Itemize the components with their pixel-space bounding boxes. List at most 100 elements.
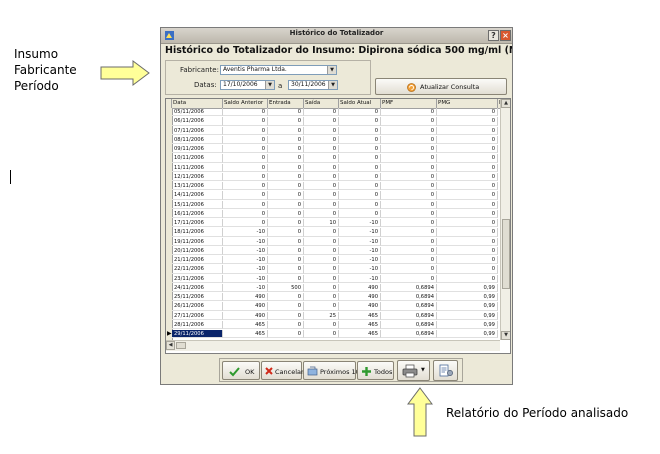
cell-saldo-atual[interactable]: -10: [339, 219, 381, 228]
cell-saida[interactable]: 0: [304, 330, 339, 339]
cell-entrada[interactable]: 0: [268, 311, 304, 320]
date-to-picker[interactable]: 30/11/2006 ▼: [288, 80, 338, 90]
column-header-saida[interactable]: Saída: [304, 99, 339, 108]
cell-data[interactable]: 16/11/2006: [172, 209, 223, 219]
cell-pmf[interactable]: 0: [381, 108, 437, 117]
table-row[interactable]: 12/11/2006 0 0 0 0 0 0: [172, 172, 500, 182]
cell-data[interactable]: 10/11/2006: [172, 154, 223, 163]
cell-saldo-anterior[interactable]: 0: [223, 163, 268, 172]
table-row[interactable]: 21/11/2006 -10 0 0 -10 0 0: [172, 256, 500, 265]
cell-saida[interactable]: 10: [304, 219, 339, 228]
cell-saldo-atual[interactable]: 465: [339, 311, 381, 320]
scroll-up-arrow-icon[interactable]: ▲: [501, 99, 510, 108]
cell-data[interactable]: 09/11/2006: [172, 145, 223, 154]
cell-pmg[interactable]: 0: [437, 209, 498, 219]
table-row[interactable]: 06/11/2006 0 0 0 0 0 0: [172, 117, 500, 126]
cancel-button[interactable]: Cancelar: [261, 361, 304, 380]
cell-saida[interactable]: 0: [304, 228, 339, 237]
cell-saida[interactable]: 0: [304, 209, 339, 219]
cell-pmg[interactable]: 0: [437, 135, 498, 145]
cell-saldo-anterior[interactable]: 490: [223, 311, 268, 320]
table-row[interactable]: 07/11/2006 0 0 0 0 0 0: [172, 126, 500, 135]
table-row[interactable]: 20/11/2006 -10 0 0 -10 0 0: [172, 246, 500, 256]
history-grid[interactable]: Data Saldo Anterior Entrada Saída Saldo …: [165, 98, 511, 354]
chevron-down-icon[interactable]: ▼: [265, 81, 274, 89]
cell-entrada[interactable]: 0: [268, 182, 304, 191]
title-bar[interactable]: Histórico do Totalizador ? ×: [161, 28, 512, 44]
table-row[interactable]: 16/11/2006 0 0 0 0 0 0: [172, 209, 500, 219]
all-button[interactable]: Todos: [357, 361, 394, 380]
cell-entrada[interactable]: 0: [268, 135, 304, 145]
table-row[interactable]: 10/11/2006 0 0 0 0 0 0: [172, 154, 500, 163]
scroll-down-arrow-icon[interactable]: ▼: [501, 331, 510, 340]
cell-pmf[interactable]: 0: [381, 172, 437, 182]
cell-saldo-atual[interactable]: 0: [339, 172, 381, 182]
cell-saldo-atual[interactable]: -10: [339, 256, 381, 265]
table-row[interactable]: 09/11/2006 0 0 0 0 0 0: [172, 145, 500, 154]
cell-pmg[interactable]: 0: [437, 172, 498, 182]
cell-saldo-anterior[interactable]: 0: [223, 108, 268, 117]
cell-saida[interactable]: 0: [304, 108, 339, 117]
table-row[interactable]: 19/11/2006 -10 0 0 -10 0 0: [172, 237, 500, 246]
cell-pmg[interactable]: 0,99: [437, 302, 498, 311]
cell-entrada[interactable]: 0: [268, 145, 304, 154]
cell-pmg[interactable]: 0: [437, 108, 498, 117]
cell-pmf[interactable]: 0: [381, 274, 437, 283]
cell-pmf[interactable]: 0: [381, 145, 437, 154]
table-row[interactable]: 05/11/2006 0 0 0 0 0 0: [172, 108, 500, 117]
table-row[interactable]: 14/11/2006 0 0 0 0 0 0: [172, 191, 500, 200]
vertical-scroll-thumb[interactable]: [502, 219, 510, 289]
cell-saida[interactable]: 0: [304, 302, 339, 311]
cell-pmg[interactable]: 0: [437, 182, 498, 191]
cell-pmg[interactable]: 0: [437, 191, 498, 200]
cell-pmf[interactable]: 0: [381, 163, 437, 172]
cell-pmg[interactable]: 0: [437, 237, 498, 246]
cell-saida[interactable]: 0: [304, 182, 339, 191]
cell-saldo-anterior[interactable]: 490: [223, 293, 268, 302]
cell-pmf[interactable]: 0: [381, 246, 437, 256]
cell-saida[interactable]: 0: [304, 191, 339, 200]
cell-data[interactable]: 11/11/2006: [172, 163, 223, 172]
cell-saida[interactable]: 0: [304, 283, 339, 293]
cell-entrada[interactable]: 0: [268, 191, 304, 200]
cell-pmg[interactable]: 0: [437, 154, 498, 163]
cell-saldo-atual[interactable]: 0: [339, 135, 381, 145]
table-row[interactable]: 28/11/2006 465 0 0 465 0,6894 0,99: [172, 320, 500, 330]
cell-entrada[interactable]: 0: [268, 265, 304, 274]
cell-data[interactable]: 07/11/2006: [172, 126, 223, 135]
cell-data[interactable]: 21/11/2006: [172, 256, 223, 265]
cell-saldo-anterior[interactable]: 0: [223, 172, 268, 182]
cell-pmg[interactable]: 0,99: [437, 283, 498, 293]
cell-pmf[interactable]: 0: [381, 256, 437, 265]
cell-pmf[interactable]: 0: [381, 209, 437, 219]
cell-saida[interactable]: 0: [304, 320, 339, 330]
cell-saldo-anterior[interactable]: -10: [223, 283, 268, 293]
cell-pmf[interactable]: 0,6894: [381, 293, 437, 302]
cell-saida[interactable]: 0: [304, 135, 339, 145]
cell-saldo-atual[interactable]: 490: [339, 283, 381, 293]
print-report-button[interactable]: ▼: [397, 360, 430, 381]
next-10-button[interactable]: Próximos 10: [303, 361, 360, 380]
cell-saldo-atual[interactable]: 0: [339, 163, 381, 172]
cell-data[interactable]: 06/11/2006: [172, 117, 223, 126]
cell-pmg[interactable]: 0: [437, 219, 498, 228]
cell-pmf[interactable]: 0: [381, 117, 437, 126]
column-header-saldo-atual[interactable]: Saldo Atual: [339, 99, 381, 108]
cell-saida[interactable]: 0: [304, 154, 339, 163]
scroll-left-arrow-icon[interactable]: ◀: [166, 341, 175, 350]
cell-saldo-atual[interactable]: 0: [339, 200, 381, 209]
cell-saldo-anterior[interactable]: 0: [223, 117, 268, 126]
cell-entrada[interactable]: 0: [268, 117, 304, 126]
cell-entrada[interactable]: 0: [268, 200, 304, 209]
cell-pmg[interactable]: 0,99: [437, 330, 498, 339]
cell-data[interactable]: 20/11/2006: [172, 246, 223, 256]
cell-entrada[interactable]: 0: [268, 108, 304, 117]
cell-entrada[interactable]: 0: [268, 126, 304, 135]
cell-entrada[interactable]: 0: [268, 228, 304, 237]
chevron-down-icon[interactable]: ▼: [328, 81, 337, 89]
cell-pmf[interactable]: 0: [381, 126, 437, 135]
cell-entrada[interactable]: 0: [268, 219, 304, 228]
cell-saldo-anterior[interactable]: -10: [223, 274, 268, 283]
column-header-saldo-anterior[interactable]: Saldo Anterior: [223, 99, 268, 108]
cell-data[interactable]: 26/11/2006: [172, 302, 223, 311]
